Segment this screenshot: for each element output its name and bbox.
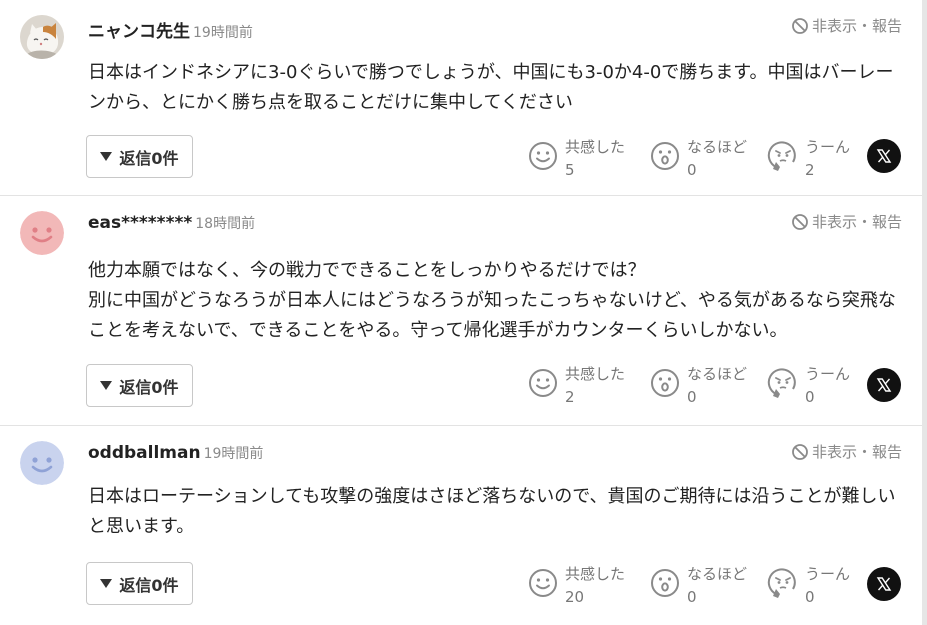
reaction-label: なるほど xyxy=(687,365,748,383)
smile-icon xyxy=(529,569,557,597)
reaction-bar: 共感した 2 なるほど 0 うーん 0 xyxy=(527,363,867,409)
hide-report-label: 非表示・報告 xyxy=(811,17,902,35)
x-logo-icon xyxy=(876,577,892,591)
reaction-naruhodo-button[interactable]: なるほど 0 xyxy=(649,363,767,409)
thinking-face-icon xyxy=(767,141,796,171)
surprised-face-icon xyxy=(651,369,679,397)
thinking-face-icon xyxy=(767,368,796,398)
reaction-uun-button[interactable]: うーん 2 xyxy=(767,136,867,182)
reaction-count: 0 xyxy=(805,388,815,406)
author-name[interactable]: oddballman xyxy=(88,443,201,463)
x-logo-icon xyxy=(876,378,892,392)
reaction-label: 共感した xyxy=(565,138,626,156)
reaction-label: うーん xyxy=(805,138,851,156)
avatar[interactable] xyxy=(20,211,64,255)
reply-toggle-button[interactable]: 返信0件 xyxy=(86,364,193,407)
scrollbar-track[interactable] xyxy=(922,0,927,625)
comment-text: 日本はローテーションしても攻撃の強度はさほど落ちないので、貴国のご期待には沿うこ… xyxy=(88,486,896,537)
comment-meta: ニャンコ先生 19時間前 xyxy=(88,17,253,42)
reaction-bar: 共感した 5 なるほど 0 うーん 2 xyxy=(527,136,867,182)
post-time: 19時間前 xyxy=(193,25,253,41)
reaction-count: 2 xyxy=(805,161,815,179)
reaction-label: うーん xyxy=(805,565,851,583)
reaction-uun-button[interactable]: うーん 0 xyxy=(767,363,867,409)
reply-toggle-button[interactable]: 返信0件 xyxy=(86,135,193,178)
surprised-face-icon xyxy=(651,142,679,170)
hide-report-link[interactable]: 非表示・報告 xyxy=(791,441,902,462)
reaction-count: 0 xyxy=(805,588,815,606)
comment-meta: eas******** 18時間前 xyxy=(88,213,255,233)
reaction-bar: 共感した 20 なるほど 0 うーん 0 xyxy=(527,563,867,609)
reply-toggle-button[interactable]: 返信0件 xyxy=(86,562,193,605)
thinking-face-icon xyxy=(767,568,796,598)
author-name[interactable]: eas******** xyxy=(88,213,192,233)
comment-text: 日本はインドネシアに3-0ぐらいで勝つでしょうが、中国にも3-0か4-0で勝ちま… xyxy=(88,62,894,113)
avatar[interactable] xyxy=(20,15,64,59)
comment-text: 他力本願ではなく、今の戦力でできることをしっかりやるだけでは？ 別に中国がどうな… xyxy=(88,260,896,341)
reaction-count: 0 xyxy=(687,588,697,606)
comment-item: oddballman 19時間前 非表示・報告 日本はローテーションしても攻撃の強… xyxy=(0,426,922,625)
smile-icon xyxy=(529,369,557,397)
reaction-count: 0 xyxy=(687,388,697,406)
reply-label: 返信0件 xyxy=(119,148,179,168)
ban-icon xyxy=(792,213,808,230)
reaction-naruhodo-button[interactable]: なるほど 0 xyxy=(649,563,767,609)
x-logo-icon xyxy=(876,149,892,163)
reaction-empathy-button[interactable]: 共感した 5 xyxy=(527,136,649,182)
hide-report-label: 非表示・報告 xyxy=(811,443,902,461)
comment-item: eas******** 18時間前 非表示・報告 他力本願ではなく、今の戦力ででき… xyxy=(0,196,922,426)
reaction-empathy-button[interactable]: 共感した 2 xyxy=(527,363,649,409)
ban-icon xyxy=(792,17,808,34)
share-x-button[interactable] xyxy=(867,139,901,173)
reply-label: 返信0件 xyxy=(119,575,179,595)
reaction-naruhodo-button[interactable]: なるほど 0 xyxy=(649,136,767,182)
reaction-count: 0 xyxy=(687,161,697,179)
reaction-label: なるほど xyxy=(687,565,748,583)
reply-label: 返信0件 xyxy=(119,377,179,397)
triangle-down-icon xyxy=(100,152,113,161)
surprised-face-icon xyxy=(651,569,679,597)
hide-report-link[interactable]: 非表示・報告 xyxy=(791,211,902,232)
triangle-down-icon xyxy=(100,381,113,390)
reaction-count: 2 xyxy=(565,388,575,406)
reaction-label: なるほど xyxy=(687,138,748,156)
reaction-label: 共感した xyxy=(565,365,626,383)
reaction-label: うーん xyxy=(805,365,851,383)
comment-item: ニャンコ先生 19時間前 非表示・報告 日本はインドネシアに3-0ぐらいで勝つでし… xyxy=(0,0,922,196)
share-x-button[interactable] xyxy=(867,567,901,601)
reaction-count: 20 xyxy=(565,588,585,606)
avatar[interactable] xyxy=(20,441,64,485)
reaction-count: 5 xyxy=(565,161,575,179)
ban-icon xyxy=(792,443,808,460)
share-x-button[interactable] xyxy=(867,368,901,402)
smile-icon xyxy=(529,142,557,170)
reaction-label: 共感した xyxy=(565,565,626,583)
hide-report-label: 非表示・報告 xyxy=(811,213,902,231)
hide-report-link[interactable]: 非表示・報告 xyxy=(791,15,902,36)
comment-meta: oddballman 19時間前 xyxy=(88,443,263,463)
post-time: 18時間前 xyxy=(195,216,256,232)
author-name[interactable]: ニャンコ先生 xyxy=(88,22,190,42)
post-time: 19時間前 xyxy=(203,446,264,462)
triangle-down-icon xyxy=(100,579,113,588)
reaction-empathy-button[interactable]: 共感した 20 xyxy=(527,563,649,609)
reaction-uun-button[interactable]: うーん 0 xyxy=(767,563,867,609)
